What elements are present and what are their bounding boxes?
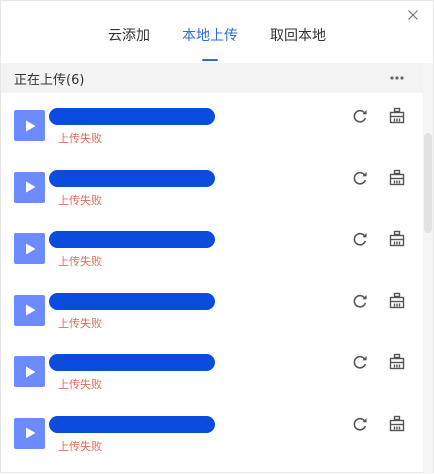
play-icon bbox=[25, 366, 35, 377]
file-name-redacted bbox=[49, 354, 215, 371]
video-thumbnail[interactable] bbox=[14, 233, 45, 264]
video-thumbnail[interactable] bbox=[14, 294, 45, 326]
upload-item: 上传失败 bbox=[1, 93, 425, 155]
retry-icon[interactable] bbox=[351, 230, 369, 248]
video-thumbnail[interactable] bbox=[14, 356, 45, 387]
upload-status: 上传失败 bbox=[58, 378, 102, 391]
scrollbar-track[interactable] bbox=[423, 63, 433, 474]
cancel-icon[interactable] bbox=[388, 292, 406, 310]
upload-item: 上传失败 bbox=[1, 401, 425, 463]
retry-icon[interactable] bbox=[351, 107, 369, 125]
uploading-section-header: 正在上传(6) bbox=[1, 63, 425, 93]
file-name-redacted bbox=[49, 415, 215, 433]
tab-local-upload[interactable]: 本地上传 bbox=[182, 23, 238, 53]
upload-status: 上传失败 bbox=[58, 132, 102, 145]
upload-item: 上传失败 bbox=[1, 278, 425, 340]
cancel-icon[interactable] bbox=[388, 169, 406, 187]
retry-icon[interactable] bbox=[351, 415, 369, 433]
upload-status: 上传失败 bbox=[58, 439, 102, 453]
play-icon bbox=[25, 243, 35, 254]
play-icon bbox=[25, 427, 35, 439]
tab-retrieve-local[interactable]: 取回本地 bbox=[270, 23, 326, 53]
section-title: 正在上传(6) bbox=[14, 72, 85, 88]
retry-icon[interactable] bbox=[351, 353, 369, 371]
close-button[interactable] bbox=[405, 7, 421, 23]
cancel-icon[interactable] bbox=[388, 415, 406, 433]
upload-status: 上传失败 bbox=[58, 316, 102, 330]
scrollbar-thumb[interactable] bbox=[424, 133, 432, 233]
retry-icon[interactable] bbox=[351, 292, 369, 310]
upload-status: 上传失败 bbox=[58, 255, 102, 268]
file-name-redacted bbox=[49, 231, 215, 248]
tab-cloud-add[interactable]: 云添加 bbox=[108, 23, 150, 53]
upload-item: 上传失败 bbox=[1, 339, 425, 401]
file-name-redacted bbox=[49, 292, 215, 310]
play-icon bbox=[25, 304, 35, 316]
cancel-icon[interactable] bbox=[388, 230, 406, 248]
upload-list: 上传失败 上传失败 上传失败 上传失败 上传失败 上传失败 bbox=[1, 93, 425, 474]
file-name-redacted bbox=[49, 108, 215, 125]
file-name-redacted bbox=[49, 169, 215, 187]
video-thumbnail[interactable] bbox=[14, 171, 45, 203]
play-icon bbox=[25, 181, 35, 193]
more-icon[interactable] bbox=[389, 72, 405, 84]
video-thumbnail[interactable] bbox=[14, 110, 45, 141]
cancel-icon[interactable] bbox=[388, 353, 406, 371]
tab-bar: 云添加 本地上传 取回本地 bbox=[1, 23, 433, 53]
upload-item: 上传失败 bbox=[1, 155, 425, 217]
cancel-icon[interactable] bbox=[388, 107, 406, 125]
upload-panel: 云添加 本地上传 取回本地 正在上传(6) 上传失败 上传失败 上传失败 上传失… bbox=[0, 0, 434, 474]
close-icon bbox=[408, 10, 418, 20]
upload-status: 上传失败 bbox=[58, 193, 102, 207]
upload-item: 上传失败 bbox=[1, 216, 425, 278]
retry-icon[interactable] bbox=[351, 169, 369, 187]
video-thumbnail[interactable] bbox=[14, 417, 45, 449]
play-icon bbox=[25, 120, 35, 131]
